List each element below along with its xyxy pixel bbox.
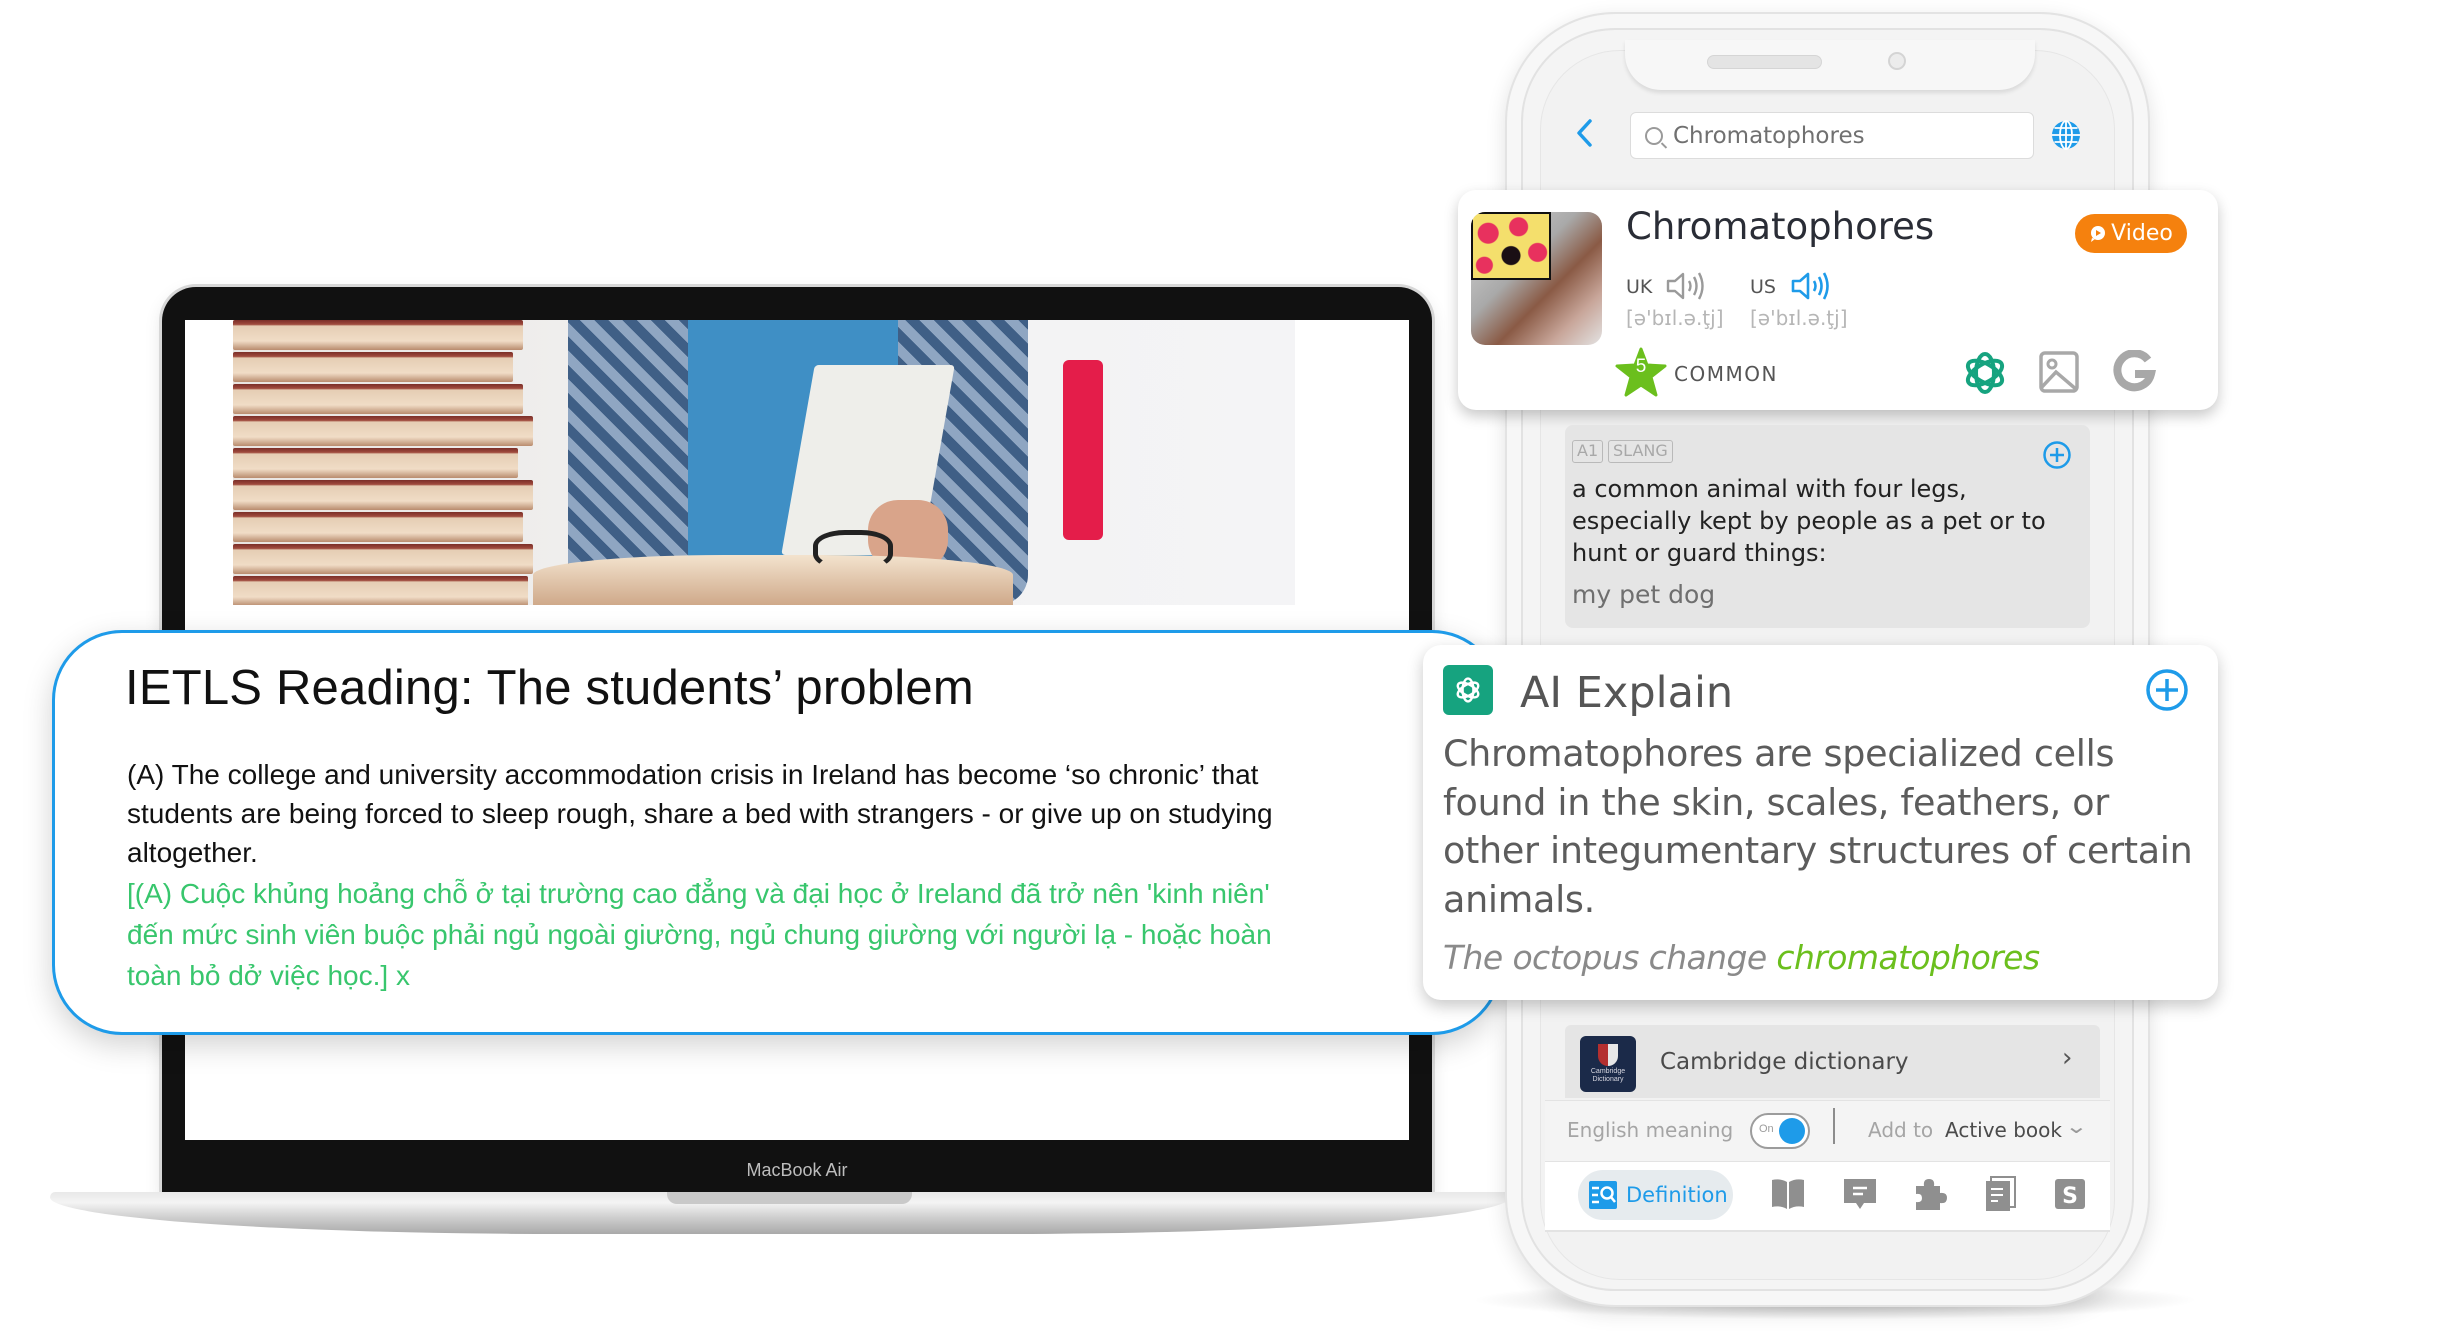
laptop-hinge-notch bbox=[667, 1192, 912, 1204]
uk-ipa: [ə'bɪl.ə.ţj] bbox=[1626, 306, 1724, 330]
ai-explain-title: AI Explain bbox=[1520, 668, 1734, 718]
book-open-icon bbox=[1772, 1179, 1804, 1209]
tab-puzzle[interactable] bbox=[1912, 1176, 1948, 1212]
ai-explain-text: Chromatophores are specialized cells fou… bbox=[1443, 732, 2193, 921]
plus-circle-icon bbox=[2146, 669, 2188, 711]
google-search-button[interactable] bbox=[2112, 349, 2157, 394]
puzzle-icon bbox=[1916, 1179, 1947, 1210]
chevron-left-icon bbox=[1577, 119, 1592, 147]
book-stack-image bbox=[233, 320, 533, 605]
uk-audio-button[interactable] bbox=[1665, 270, 1709, 302]
level-tag: A1 bbox=[1572, 440, 1604, 463]
chatgpt-icon bbox=[1965, 352, 2005, 394]
phone-speaker bbox=[1707, 55, 1822, 69]
video-button[interactable]: Video bbox=[2075, 214, 2187, 253]
tab-s-app[interactable]: S bbox=[2052, 1176, 2088, 1212]
globe-button[interactable] bbox=[2050, 119, 2082, 151]
video-button-label: Video bbox=[2111, 221, 2173, 246]
chatgpt-icon bbox=[1456, 677, 1480, 703]
divider bbox=[1833, 1108, 1835, 1144]
s-app-icon: S bbox=[2055, 1179, 2085, 1209]
us-ipa: [ə'bɪl.ə.ţj] bbox=[1750, 306, 1848, 330]
cambridge-logo: Cambridge Dictionary bbox=[1580, 1036, 1636, 1092]
image-icon bbox=[2039, 351, 2079, 393]
uk-label: UK bbox=[1626, 276, 1653, 298]
phone-notch bbox=[1625, 40, 2035, 90]
svg-text:S: S bbox=[2062, 1184, 2078, 1209]
tab-comments[interactable] bbox=[1842, 1176, 1878, 1212]
us-label: US bbox=[1750, 276, 1776, 298]
search-icon bbox=[1645, 126, 1663, 145]
speaker-icon bbox=[1666, 272, 1704, 300]
definition-example: my pet dog bbox=[1572, 580, 1716, 609]
headword: Chromatophores bbox=[1626, 205, 1935, 248]
speaker-icon bbox=[1791, 272, 1829, 300]
book-select[interactable]: Active book bbox=[1945, 1118, 2062, 1142]
phone-camera bbox=[1888, 52, 1906, 70]
register-tag: SLANG bbox=[1608, 440, 1673, 463]
reading-paragraph[interactable]: (A) The college and university accommoda… bbox=[127, 755, 1297, 872]
search-input[interactable] bbox=[1673, 122, 2013, 149]
plus-circle-icon bbox=[2043, 441, 2071, 469]
frequency-label: COMMON bbox=[1674, 362, 1778, 386]
article-photo bbox=[233, 320, 1295, 605]
dictionary-source-label: Cambridge dictionary bbox=[1660, 1049, 1909, 1075]
us-audio-button[interactable] bbox=[1790, 270, 1834, 302]
word-image-inset bbox=[1471, 212, 1551, 280]
tab-documents[interactable] bbox=[1982, 1176, 2018, 1212]
add-definition-button[interactable] bbox=[2042, 440, 2072, 470]
comment-icon bbox=[1844, 1179, 1876, 1209]
video-chat-icon bbox=[2091, 225, 2106, 242]
ai-example-highlight: chromatophores bbox=[1776, 938, 2040, 977]
toggle-knob bbox=[1779, 1118, 1805, 1144]
english-meaning-label: English meaning bbox=[1567, 1118, 1734, 1142]
tab-definition-label: Definition bbox=[1626, 1183, 1728, 1207]
search-bar[interactable] bbox=[1630, 112, 2034, 159]
reading-title: IETLS Reading: The students’ problem bbox=[125, 661, 974, 715]
ai-example-prefix: The octopus change bbox=[1443, 938, 1777, 977]
chevron-right-icon: › bbox=[2062, 1043, 2073, 1073]
word-image[interactable] bbox=[1471, 212, 1602, 345]
cambridge-logo-text: Cambridge Dictionary bbox=[1590, 1068, 1626, 1083]
ai-example: The octopus change chromatophores bbox=[1443, 938, 2040, 977]
documents-icon bbox=[1986, 1176, 2016, 1211]
chatgpt-button[interactable] bbox=[1960, 348, 2010, 398]
tab-definition[interactable]: Definition bbox=[1578, 1170, 1733, 1220]
chevron-down-icon[interactable]: ⌄ bbox=[2065, 1114, 2088, 1138]
image-search-button[interactable] bbox=[2038, 350, 2080, 394]
reading-translation[interactable]: [(A) Cuộc khủng hoảng chỗ ở tại trường c… bbox=[127, 873, 1297, 996]
english-meaning-toggle[interactable]: On bbox=[1750, 1113, 1810, 1149]
definition-text: a common animal with four legs, especial… bbox=[1572, 475, 2046, 567]
toggle-state-label: On bbox=[1759, 1123, 1774, 1135]
cambridge-shield-icon bbox=[1598, 1044, 1618, 1066]
definition-search-icon bbox=[1589, 1181, 1617, 1209]
ai-logo bbox=[1443, 665, 1493, 715]
laptop-brand-label: MacBook Air bbox=[746, 1160, 848, 1180]
back-button[interactable] bbox=[1575, 118, 1605, 154]
tab-book[interactable] bbox=[1770, 1176, 1806, 1212]
frequency-rank: 5 bbox=[1635, 356, 1647, 377]
add-to-label: Add to bbox=[1868, 1118, 1934, 1142]
globe-icon bbox=[2052, 120, 2080, 150]
add-ai-explain-button[interactable] bbox=[2145, 668, 2189, 712]
google-icon bbox=[2113, 349, 2157, 392]
